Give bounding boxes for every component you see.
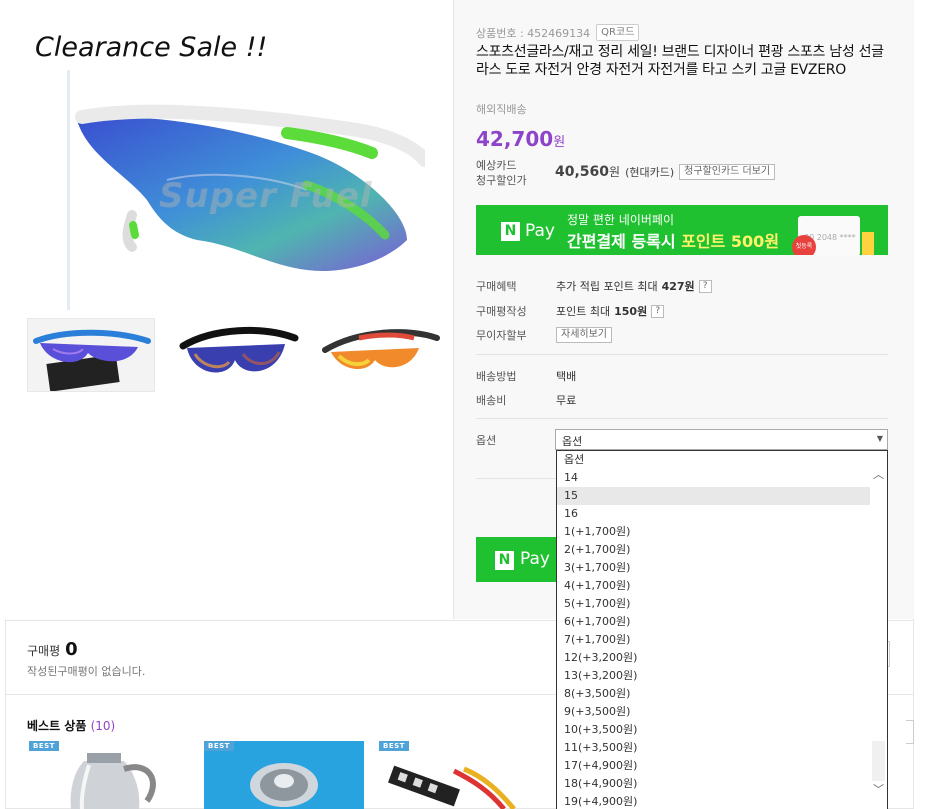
purchase-benefit-label: 구매혜택: [476, 280, 517, 293]
divider: [476, 354, 888, 355]
delivery-fee-value: 무료: [556, 394, 577, 407]
first-register-badge: 첫등록: [792, 235, 816, 255]
naver-n-icon: N: [495, 551, 514, 570]
option-dropdown-list[interactable]: 옵션 14 15 16 1(+1,700원) 2(+1,700원) 3(+1,700원) 4(…: [556, 450, 888, 809]
option-item[interactable]: 옵션: [557, 451, 870, 469]
qr-code-button[interactable]: QR코드: [596, 24, 640, 41]
card-discount-label-line2: 청구할인가: [476, 174, 527, 187]
dropdown-scrollbar[interactable]: ︿ ﹀: [870, 451, 887, 809]
option-item[interactable]: 1(+1,700원): [557, 523, 870, 541]
option-label: 옵션: [476, 434, 497, 447]
help-icon[interactable]: ?: [698, 279, 712, 293]
naver-pay-word: Pay: [525, 221, 555, 241]
review-title: 구매평: [27, 644, 61, 658]
best-badge: BEST: [29, 741, 59, 751]
thumbnail-3[interactable]: [319, 318, 447, 392]
card-discount-label-line1: 예상카드: [476, 159, 517, 172]
installment-value: 자세히보기: [556, 327, 612, 343]
chevron-down-icon[interactable]: ﹀: [873, 781, 884, 797]
delivery-method-label: 배송방법: [476, 370, 517, 383]
option-item[interactable]: 11(+3,500원): [557, 739, 870, 757]
option-item[interactable]: 12(+3,200원): [557, 649, 870, 667]
option-item[interactable]: 5(+1,700원): [557, 595, 870, 613]
purchase-benefit-value: 추가 적립 포인트 최대 427원?: [556, 278, 712, 294]
best-products-label: 베스트 상품: [27, 719, 87, 733]
product-number-text: 상품번호 : 452469134: [476, 26, 591, 40]
option-item[interactable]: 6(+1,700원): [557, 613, 870, 631]
product-title: 스포츠선글라스/재고 정리 세일! 브랜드 디자이너 편광 스포츠 남성 선글라…: [476, 44, 884, 78]
help-icon[interactable]: ?: [651, 304, 665, 318]
sale-price: 42,700원: [476, 127, 565, 151]
thumbnail-sunglasses-black-image: [179, 327, 299, 373]
naver-n-icon: N: [501, 221, 520, 241]
option-item[interactable]: 19(+4,900원): [557, 793, 870, 809]
best-products-nav-edge: [906, 720, 914, 744]
card-discount-price: 40,560원 (현대카드) 청구할인카드 더보기: [555, 163, 776, 180]
review-header: 구매평 0: [27, 639, 78, 660]
option-item[interactable]: 2(+1,700원): [557, 541, 870, 559]
card-discount-label: 예상카드 청구할인가: [476, 158, 527, 188]
review-count: 0: [65, 639, 78, 660]
best-product-item[interactable]: BEST: [204, 741, 364, 809]
best-product-item[interactable]: BEST: [29, 741, 189, 809]
best-product-item[interactable]: BEST: [379, 741, 539, 809]
option-item[interactable]: 9(+3,500원): [557, 703, 870, 721]
card-brand: (현대카드): [625, 165, 675, 179]
chevron-up-icon[interactable]: ︿: [873, 466, 884, 482]
shipping-origin: 해외직배송: [476, 103, 527, 116]
option-item[interactable]: 4(+1,700원): [557, 577, 870, 595]
installment-label: 무이자할부: [476, 329, 527, 342]
thumbnail-sunglasses-red-image: [322, 329, 440, 370]
option-item[interactable]: 3(+1,700원): [557, 559, 870, 577]
option-item[interactable]: 7(+1,700원): [557, 631, 870, 649]
best-products-title: 베스트 상품 (10): [27, 717, 115, 734]
thumbnail-sunglasses-blue-image: [33, 329, 151, 392]
thumbnail-2[interactable]: [173, 318, 301, 392]
kettle-image: [70, 753, 156, 809]
naver-pay-banner-line2: 간편결제 등록시 포인트 500원: [567, 232, 780, 251]
divider: [476, 418, 888, 419]
option-item[interactable]: 14: [557, 469, 870, 487]
chevron-down-icon: ▼: [876, 434, 883, 443]
scrollbar-thumb[interactable]: [872, 741, 885, 781]
sale-price-unit: 원: [553, 135, 566, 150]
card-price-value: 40,560원: [555, 164, 621, 180]
review-point-value: 포인트 최대 150원?: [556, 303, 665, 319]
option-dropdown-items: 옵션 14 15 16 1(+1,700원) 2(+1,700원) 3(+1,700원) 4(…: [557, 451, 887, 809]
naver-pay-word: Pay: [520, 549, 550, 569]
option-item[interactable]: 8(+3,500원): [557, 685, 870, 703]
option-item[interactable]: 17(+4,900원): [557, 757, 870, 775]
option-item[interactable]: 16: [557, 505, 870, 523]
installment-detail-button[interactable]: 자세히보기: [556, 327, 612, 343]
lamp-reflector-image: [250, 763, 318, 807]
sale-banner-text: Clearance Sale !!: [35, 32, 268, 63]
product-gallery: Clearance Sale !! Super Fuel: [5, 0, 454, 619]
option-item[interactable]: 13(+3,200원): [557, 667, 870, 685]
delivery-method-value: 택배: [556, 370, 577, 383]
connector-cable-image: [388, 765, 516, 809]
credit-card-stripe: [862, 232, 874, 255]
option-select-value: 옵션: [562, 435, 583, 448]
sale-price-value: 42,700: [476, 127, 554, 151]
option-item[interactable]: 15: [557, 487, 870, 505]
main-product-image[interactable]: Clearance Sale !! Super Fuel: [27, 20, 425, 310]
naver-pay-banner[interactable]: N Pay 정말 편한 네이버페이 간편결제 등록시 포인트 500원 00 2…: [476, 205, 888, 255]
naver-pay-banner-line1: 정말 편한 네이버페이: [567, 213, 674, 227]
review-point-label: 구매평작성: [476, 305, 527, 318]
card-discount-more-button[interactable]: 청구할인카드 더보기: [679, 163, 776, 180]
thumbnail-1[interactable]: [27, 318, 155, 392]
review-empty-message: 작성된구매평이 없습니다.: [27, 665, 146, 678]
best-badge: BEST: [204, 741, 234, 751]
best-products-count: (10): [90, 719, 116, 733]
image-watermark: Super Fuel: [159, 176, 373, 216]
thumbnail-strip: [27, 318, 447, 392]
product-number: 상품번호 : 452469134 QR코드: [476, 24, 640, 41]
option-select[interactable]: 옵션 ▼: [555, 429, 888, 450]
best-badge: BEST: [379, 741, 409, 751]
option-item[interactable]: 18(+4,900원): [557, 775, 870, 793]
delivery-fee-label: 배송비: [476, 394, 507, 407]
naver-pay-logo: N Pay: [501, 221, 555, 241]
option-item[interactable]: 10(+3,500원): [557, 721, 870, 739]
